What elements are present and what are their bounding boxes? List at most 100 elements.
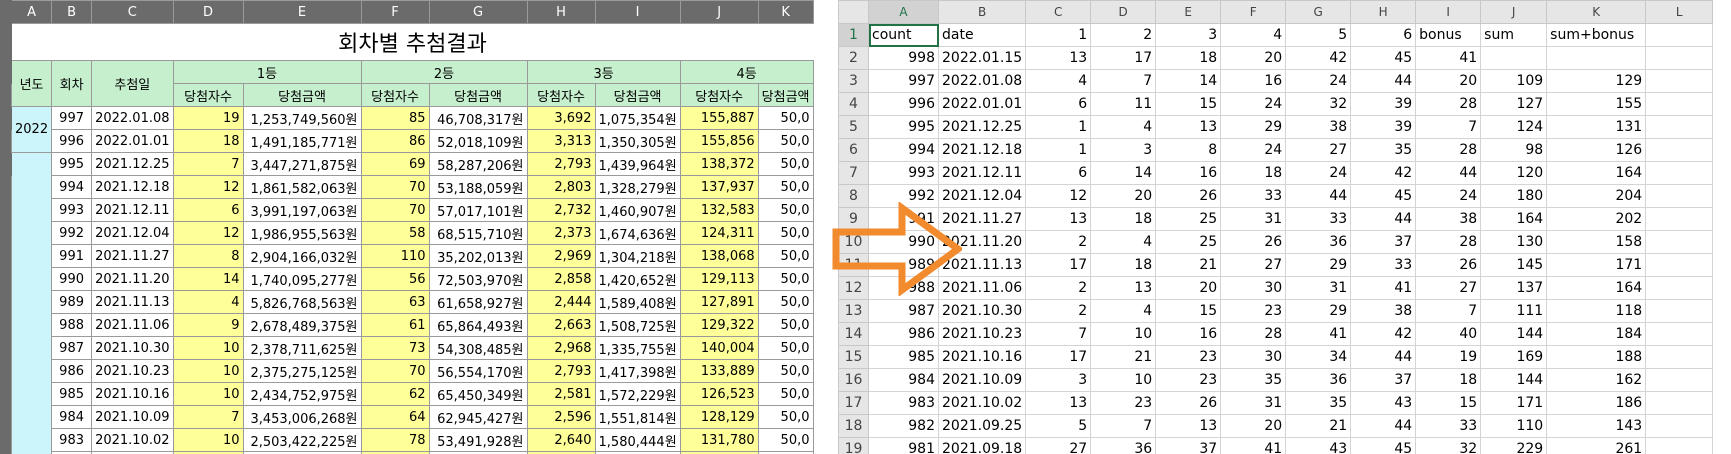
count-cell[interactable]: 989 — [868, 253, 939, 277]
count-cell[interactable]: 997 — [868, 69, 939, 93]
winners-4th-cell[interactable]: 127,891 — [679, 290, 759, 314]
row-number[interactable]: 11 — [838, 253, 869, 277]
empty-cell[interactable] — [1645, 276, 1714, 300]
row-number[interactable]: 10 — [838, 230, 869, 254]
year-cell-blank[interactable] — [10, 152, 53, 454]
column-header[interactable]: J — [1480, 0, 1548, 24]
bonus-cell[interactable]: 24 — [1415, 184, 1482, 208]
sum-bonus-cell[interactable]: 164 — [1546, 276, 1647, 300]
amount-1st-cell[interactable]: 1,253,749,560원 — [242, 106, 362, 130]
n4-cell[interactable]: 18 — [1220, 161, 1287, 185]
n4-cell[interactable]: 29 — [1220, 115, 1287, 139]
row-number[interactable]: 13 — [838, 299, 869, 323]
column-header[interactable]: E — [1155, 0, 1222, 24]
sum-bonus-cell[interactable]: 164 — [1546, 161, 1647, 185]
sum-cell[interactable]: 109 — [1480, 69, 1548, 93]
empty-cell[interactable] — [1645, 115, 1714, 139]
amount-4th-cell[interactable]: 50,0 — [757, 152, 814, 176]
empty-cell[interactable] — [1645, 322, 1714, 346]
amount-3rd-cell[interactable]: 1,589,408원 — [594, 290, 681, 314]
date-cell[interactable]: 2021.10.16 — [937, 345, 1027, 369]
n3-cell[interactable]: 14 — [1155, 69, 1222, 93]
amount-3rd-cell[interactable]: 1,572,229원 — [594, 382, 681, 406]
empty-cell[interactable] — [1645, 230, 1714, 254]
amount-2nd-cell[interactable]: 61,658,927원 — [428, 290, 528, 314]
n6-cell[interactable]: 41 — [1350, 276, 1417, 300]
winners-1st-cell[interactable]: 7 — [172, 152, 244, 176]
date-cell[interactable]: 2021.12.11 — [91, 198, 174, 222]
column-header[interactable]: F — [1220, 0, 1287, 24]
column-header[interactable]: B — [937, 0, 1027, 24]
n2-cell[interactable]: 17 — [1090, 46, 1157, 70]
round-cell[interactable]: 991 — [51, 244, 93, 268]
sum-cell[interactable]: 144 — [1480, 368, 1548, 392]
winners-4th-cell[interactable]: 140,004 — [679, 336, 759, 360]
sum-cell[interactable]: 111 — [1480, 299, 1548, 323]
amount-4th-cell[interactable]: 50,0 — [757, 336, 814, 360]
n4-cell[interactable]: 30 — [1220, 345, 1287, 369]
amount-2nd-cell[interactable]: 35,202,013원 — [428, 244, 528, 268]
row-number[interactable]: 19 — [838, 437, 869, 454]
count-cell[interactable]: 996 — [868, 92, 939, 116]
amount-1st-cell[interactable]: 2,678,489,375원 — [242, 313, 362, 337]
n6-cell[interactable]: 35 — [1350, 138, 1417, 162]
row-number[interactable]: 15 — [838, 345, 869, 369]
n6-cell[interactable]: 39 — [1350, 115, 1417, 139]
amount-4th-cell[interactable]: 50,0 — [757, 313, 814, 337]
date-cell[interactable]: 2022.01.08 — [937, 69, 1027, 93]
row-number[interactable]: 3 — [838, 69, 869, 93]
column-header[interactable]: B — [51, 0, 93, 24]
amount-3rd-cell[interactable]: 1,439,964원 — [594, 152, 681, 176]
date-cell[interactable]: 2021.12.04 — [937, 184, 1027, 208]
sum-cell[interactable]: 110 — [1480, 414, 1548, 438]
n6-cell[interactable]: 38 — [1350, 299, 1417, 323]
winners-2nd-cell[interactable]: 69 — [360, 152, 430, 176]
winners-4th-cell[interactable]: 128,129 — [679, 405, 759, 429]
count-cell[interactable]: 993 — [868, 161, 939, 185]
date-cell[interactable]: 2021.10.09 — [937, 368, 1027, 392]
amount-4th-cell[interactable]: 50,0 — [757, 129, 814, 153]
winners-3rd-cell[interactable]: 2,596 — [526, 405, 596, 429]
sum-cell[interactable]: 124 — [1480, 115, 1548, 139]
winners-3rd-cell[interactable]: 2,803 — [526, 175, 596, 199]
n4-cell[interactable]: 35 — [1220, 368, 1287, 392]
date-cell[interactable]: 2021.10.30 — [937, 299, 1027, 323]
date-cell[interactable]: 2021.11.27 — [937, 207, 1027, 231]
count-cell[interactable]: 982 — [868, 414, 939, 438]
header-round[interactable]: 회차 — [51, 60, 93, 107]
row-number[interactable]: 12 — [838, 276, 869, 300]
winners-1st-cell[interactable]: 14 — [172, 267, 244, 291]
n1-cell[interactable]: 13 — [1025, 391, 1092, 415]
amount-2nd-cell[interactable]: 52,018,109원 — [428, 129, 528, 153]
winners-4th-cell[interactable]: 155,887 — [679, 106, 759, 130]
header-date[interactable]: 추첨일 — [91, 60, 174, 107]
row-number[interactable]: 14 — [838, 322, 869, 346]
sum-bonus-cell[interactable]: 162 — [1546, 368, 1647, 392]
row-number[interactable]: 6 — [838, 138, 869, 162]
sum-bonus-cell[interactable]: 131 — [1546, 115, 1647, 139]
empty-cell[interactable] — [1645, 207, 1714, 231]
date-cell[interactable]: 2021.11.06 — [937, 276, 1027, 300]
date-cell[interactable]: 2021.10.23 — [91, 359, 174, 383]
cell-n1-header[interactable]: 1 — [1025, 23, 1092, 47]
n5-cell[interactable]: 34 — [1285, 345, 1352, 369]
sheet-title[interactable]: 회차별 추첨결과 — [11, 23, 813, 61]
column-header[interactable]: A — [868, 0, 939, 24]
sum-cell[interactable]: 130 — [1480, 230, 1548, 254]
count-cell[interactable]: 991 — [868, 207, 939, 231]
row-number[interactable]: 8 — [838, 184, 869, 208]
amount-2nd-cell[interactable]: 72,503,970원 — [428, 267, 528, 291]
count-cell[interactable]: 998 — [868, 46, 939, 70]
column-header[interactable]: C — [91, 0, 174, 24]
n2-cell[interactable]: 7 — [1090, 414, 1157, 438]
winners-4th-cell[interactable]: 131,780 — [679, 428, 759, 452]
round-cell[interactable]: 994 — [51, 175, 93, 199]
n5-cell[interactable]: 36 — [1285, 230, 1352, 254]
date-cell[interactable]: 2021.12.25 — [937, 115, 1027, 139]
round-cell[interactable]: 986 — [51, 359, 93, 383]
bonus-cell[interactable]: 26 — [1415, 253, 1482, 277]
winners-2nd-cell[interactable]: 70 — [360, 175, 430, 199]
amount-4th-cell[interactable]: 50,0 — [757, 106, 814, 130]
date-cell[interactable]: 2021.09.25 — [937, 414, 1027, 438]
amount-2nd-cell[interactable]: 53,188,059원 — [428, 175, 528, 199]
